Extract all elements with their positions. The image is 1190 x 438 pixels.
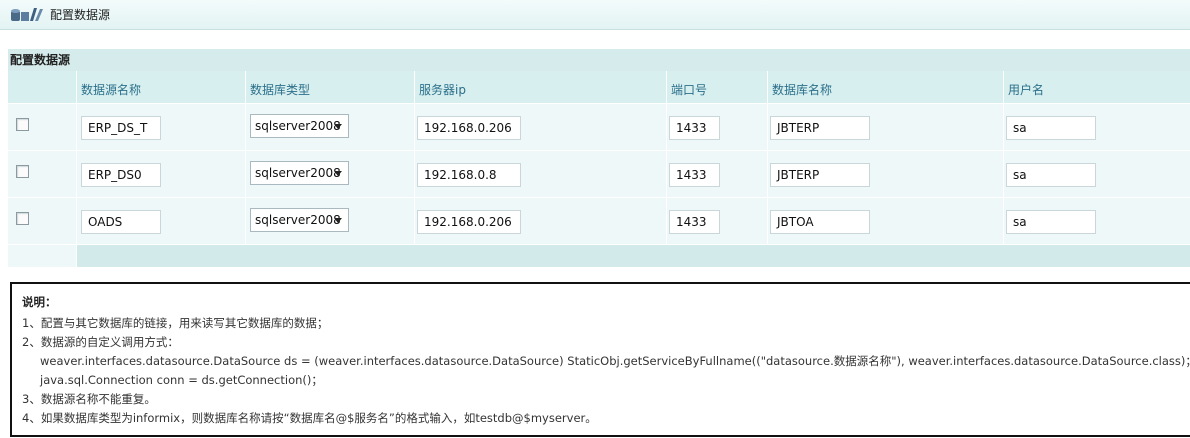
section-heading: 配置数据源 (8, 49, 1190, 71)
notes-title: 说明： (22, 295, 57, 309)
db-type-select[interactable]: sqlserver2008 (250, 114, 349, 138)
table-row: ERP_DS_T sqlserver2008 192.168.0.206 143… (8, 103, 1190, 150)
column-header-port: 端口号 (671, 83, 708, 97)
db-type-value: sqlserver2008 (255, 166, 341, 180)
note-line: 4、如果数据库类型为informix，则数据库名称请按“数据库名@$服务名”的格… (22, 411, 597, 425)
port-input[interactable]: 1433 (669, 210, 720, 234)
db-type-value: sqlserver2008 (255, 119, 341, 133)
table-footer (8, 244, 1190, 267)
datasource-name-input[interactable]: ERP_DS_T (81, 116, 161, 140)
db-type-select[interactable]: sqlserver2008 (250, 161, 349, 185)
note-code-line: weaver.interfaces.datasource.DataSource … (40, 354, 1190, 368)
server-ip-input[interactable]: 192.168.0.206 (417, 116, 521, 140)
username-input[interactable]: sa (1006, 210, 1096, 234)
table-header: 数据源名称 数据库类型 服务器ip 端口号 数据库名称 用户名 (8, 71, 1190, 103)
db-name-input[interactable]: JBTERP (770, 163, 870, 187)
note-line: 3、数据源名称不能重复。 (22, 392, 156, 406)
datasource-config-icon (10, 6, 44, 24)
note-line: 1、配置与其它数据库的链接，用来读写其它数据库的数据； (22, 316, 329, 330)
table-row: OADS sqlserver2008 192.168.0.206 1433 JB… (8, 197, 1190, 244)
username-input[interactable]: sa (1006, 163, 1096, 187)
db-type-select[interactable]: sqlserver2008 (250, 208, 349, 232)
note-line: 2、数据源的自定义调用方式： (22, 335, 179, 349)
datasource-table: 数据源名称 数据库类型 服务器ip 端口号 数据库名称 用户名 ERP_DS_T… (8, 71, 1190, 267)
db-type-value: sqlserver2008 (255, 213, 341, 227)
notes-box: 说明： 1、配置与其它数据库的链接，用来读写其它数据库的数据； 2、数据源的自定… (10, 282, 1190, 437)
username-input[interactable]: sa (1006, 116, 1096, 140)
column-header-user: 用户名 (1008, 83, 1045, 97)
server-ip-input[interactable]: 192.168.0.206 (417, 210, 521, 234)
column-header-ip: 服务器ip (419, 83, 466, 97)
row-checkbox[interactable] (16, 118, 29, 131)
db-name-input[interactable]: JBTOA (770, 210, 870, 234)
server-ip-input[interactable]: 192.168.0.8 (417, 163, 521, 187)
page-title: 配置数据源 (50, 8, 111, 22)
column-header-name: 数据源名称 (81, 83, 142, 97)
row-checkbox[interactable] (16, 165, 29, 178)
datasource-name-input[interactable]: ERP_DS0 (81, 163, 161, 187)
port-input[interactable]: 1433 (669, 116, 720, 140)
column-header-db: 数据库名称 (772, 83, 833, 97)
port-input[interactable]: 1433 (669, 163, 720, 187)
column-header-type: 数据库类型 (250, 83, 311, 97)
note-code-line: java.sql.Connection conn = ds.getConnect… (40, 373, 323, 387)
dropdown-arrow-icon (334, 218, 342, 223)
dropdown-arrow-icon (334, 171, 342, 176)
title-bar: 配置数据源 (0, 0, 1190, 30)
row-checkbox[interactable] (16, 212, 29, 225)
dropdown-arrow-icon (334, 124, 342, 129)
db-name-input[interactable]: JBTERP (770, 116, 870, 140)
table-row: ERP_DS0 sqlserver2008 192.168.0.8 1433 J… (8, 150, 1190, 197)
datasource-name-input[interactable]: OADS (81, 210, 161, 234)
